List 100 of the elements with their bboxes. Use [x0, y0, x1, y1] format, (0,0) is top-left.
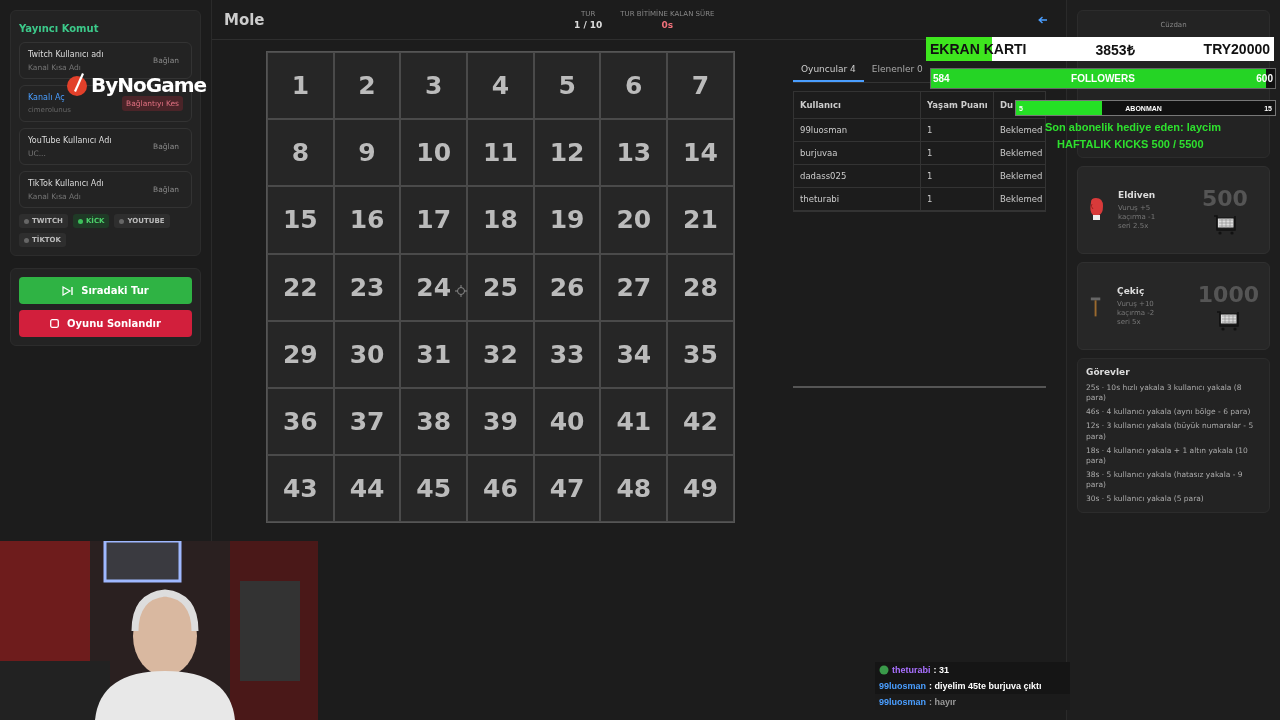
board-cell[interactable]: 20 [600, 186, 668, 254]
board-cell[interactable]: 43 [267, 455, 334, 523]
board-cell[interactable]: 4 [467, 52, 534, 120]
board-cell[interactable]: 13 [600, 119, 668, 187]
table-cell: dadass025 [794, 165, 921, 188]
board-cell[interactable]: 37 [333, 387, 401, 456]
table-cell: burjuvaa [794, 142, 921, 165]
board-cell[interactable]: 38 [400, 387, 468, 456]
item-name: Çekiç [1117, 286, 1146, 296]
board-cell[interactable]: 7 [667, 52, 734, 120]
bar-label: FOLLOWERS [1071, 73, 1135, 84]
board-cell[interactable]: 24 [400, 253, 468, 321]
last-gift-text: Son abonelik hediye eden: laycim [1045, 121, 1222, 133]
stop-icon [50, 319, 60, 328]
status-dot-icon [77, 218, 83, 224]
table-cell: 1 [921, 188, 994, 211]
board-cell[interactable]: 19 [533, 186, 601, 254]
board-cell[interactable]: 21 [667, 186, 734, 254]
board-cell[interactable]: 25 [467, 253, 534, 321]
table-cell: Beklemed [994, 165, 1045, 188]
goal-amount: 3853₺ [1095, 40, 1135, 59]
board-cell[interactable]: 36 [267, 387, 334, 456]
board-cell[interactable]: 35 [667, 320, 734, 388]
board-cell[interactable]: 2 [333, 52, 401, 120]
table-cell: Beklemed [994, 142, 1045, 165]
board-cell[interactable]: 14 [667, 119, 734, 187]
field-label: Twitch Kullanıcı adı [28, 49, 104, 59]
board-cell[interactable]: 30 [333, 320, 401, 388]
board-cell[interactable]: 17 [400, 186, 468, 254]
players-tab[interactable]: Oyuncular 4 [793, 59, 864, 82]
board-cell[interactable]: 6 [600, 52, 668, 120]
board-cell[interactable]: 23 [333, 253, 401, 321]
table-cell: theturabi [794, 188, 921, 211]
board-cell[interactable]: 11 [467, 119, 534, 187]
weekly-kicks-text: HAFTALIK KICKS 500 / 5500 [1057, 138, 1204, 150]
table-cell: 1 [921, 165, 994, 188]
round-value: 1 / 10 [574, 19, 603, 30]
board-cell[interactable]: 29 [267, 320, 334, 388]
board-cell[interactable]: 48 [600, 455, 668, 523]
chat-text: : 31 [933, 665, 950, 675]
board-cell[interactable]: 15 [267, 186, 334, 254]
table-cell: 1 [921, 142, 994, 165]
status-dot-icon [119, 218, 125, 224]
end-game-button[interactable]: Oyunu Sonlandır [19, 310, 192, 337]
board-cell[interactable]: 12 [533, 119, 601, 187]
pen-logo-icon [66, 73, 88, 97]
chat-text: : hayır [929, 697, 957, 707]
boxing-glove-icon [1088, 198, 1104, 222]
board-cell[interactable]: 8 [267, 119, 334, 187]
status-dot-icon [24, 237, 29, 243]
board-cell[interactable]: 47 [533, 455, 601, 523]
table-cell: Beklemed [994, 119, 1045, 142]
tasks-title: Görevler [1086, 367, 1131, 377]
bar-current: 584 [933, 73, 950, 84]
chat-username: theturabi [892, 665, 931, 675]
board-cell[interactable]: 22 [267, 253, 334, 321]
board-cell[interactable]: 5 [533, 52, 601, 120]
crosshair-icon [455, 285, 467, 297]
board-cell[interactable]: 44 [333, 455, 401, 523]
column-header: Kullanıcı [794, 92, 921, 119]
item-name: Eldiven [1118, 190, 1157, 200]
board-cell[interactable]: 42 [667, 387, 734, 456]
chat-username: 99luosman [879, 697, 927, 707]
cart-icon[interactable] [1213, 214, 1236, 235]
chat-text: : diyelim 45te burjuva çıktı [929, 681, 1042, 691]
board-cell[interactable]: 40 [533, 387, 601, 456]
goal-target: TRY20000 [1203, 41, 1270, 57]
timer-value: 0s [661, 19, 674, 30]
panel-title: Yayıncı Komut [19, 23, 100, 34]
board-cell[interactable]: 28 [667, 253, 734, 321]
board-cell[interactable]: 16 [333, 186, 401, 254]
board-cell[interactable]: 32 [467, 320, 534, 388]
back-arrow-icon[interactable] [1038, 15, 1048, 24]
table-cell: 99luosman [794, 119, 921, 142]
board-cell[interactable]: 18 [467, 186, 534, 254]
board-cell[interactable]: 9 [333, 119, 401, 187]
board-cell[interactable]: 46 [467, 455, 534, 523]
table-cell: Beklemed [994, 188, 1045, 211]
board-cell[interactable]: 10 [400, 119, 468, 187]
status-dot-icon [24, 218, 29, 224]
board-cell[interactable]: 34 [600, 320, 668, 388]
field-label: YouTube Kullanıcı Adı [28, 135, 112, 145]
board-cell[interactable]: 26 [533, 253, 601, 321]
board-cell[interactable]: 39 [467, 387, 534, 456]
column-header: Yaşam Puanı [921, 92, 994, 119]
board-cell[interactable]: 49 [667, 455, 734, 523]
chat-username: 99luosman [879, 681, 927, 691]
skip-icon [62, 285, 74, 296]
board-cell[interactable]: 3 [400, 52, 468, 120]
board-cell[interactable]: 27 [600, 253, 668, 321]
board-cell[interactable]: 45 [400, 455, 468, 523]
players-tab[interactable]: Elenenler 0 [863, 59, 931, 82]
board-cell[interactable]: 33 [533, 320, 601, 388]
table-cell: 1 [921, 119, 994, 142]
board-cell[interactable]: 1 [267, 52, 334, 120]
cart-icon[interactable] [1217, 310, 1240, 331]
board-cell[interactable]: 31 [400, 320, 468, 388]
board-cell[interactable]: 41 [600, 387, 668, 456]
open-channel-link[interactable]: Kanalı Aç [28, 93, 71, 102]
logo-text: ByNoGame [91, 73, 207, 97]
